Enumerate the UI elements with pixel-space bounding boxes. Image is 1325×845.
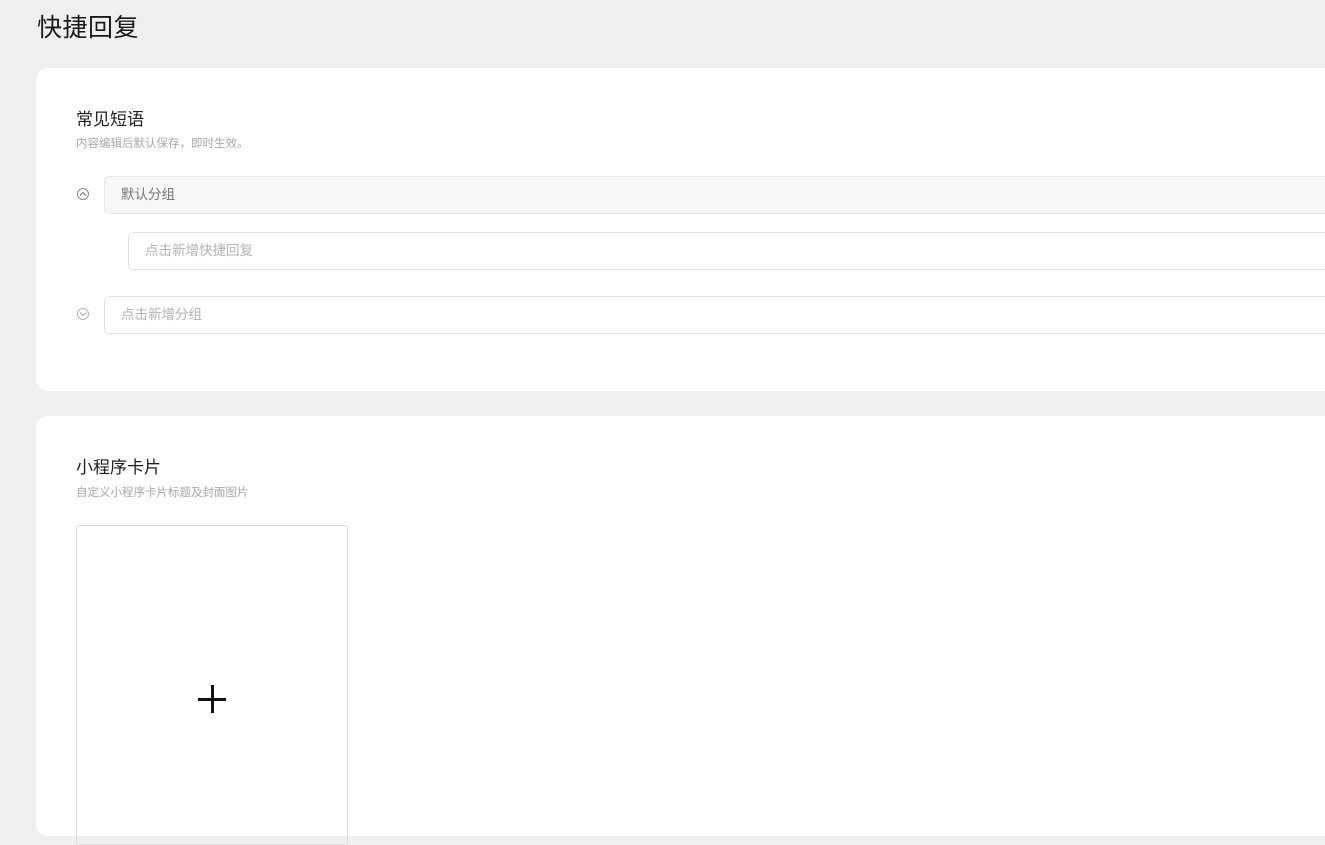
chevron-up-circle-icon[interactable]: [77, 188, 89, 200]
plus-icon: [198, 685, 226, 713]
page-title: 快捷回复: [37, 13, 140, 42]
mini-program-subtitle: 自定义小程序卡片标题及封面图片: [76, 485, 249, 499]
common-phrases-subtitle: 内容编辑后默认保存，即时生效。: [76, 136, 249, 150]
add-mini-program-card-button[interactable]: [76, 525, 348, 845]
default-group-field[interactable]: 默认分组: [104, 176, 1325, 214]
mini-program-card-section: 小程序卡片 自定义小程序卡片标题及封面图片: [36, 416, 1325, 845]
add-quick-reply-field[interactable]: 点击新增快捷回复: [128, 232, 1325, 270]
chevron-down-circle-icon[interactable]: [77, 308, 89, 320]
common-phrases-card: 常见短语 内容编辑后默认保存，即时生效。 默认分组 点击新增快捷回复 点击新增分…: [36, 68, 1325, 391]
mini-program-title: 小程序卡片: [76, 458, 161, 478]
add-group-field[interactable]: 点击新增分组: [104, 296, 1325, 334]
common-phrases-title: 常见短语: [76, 110, 144, 130]
